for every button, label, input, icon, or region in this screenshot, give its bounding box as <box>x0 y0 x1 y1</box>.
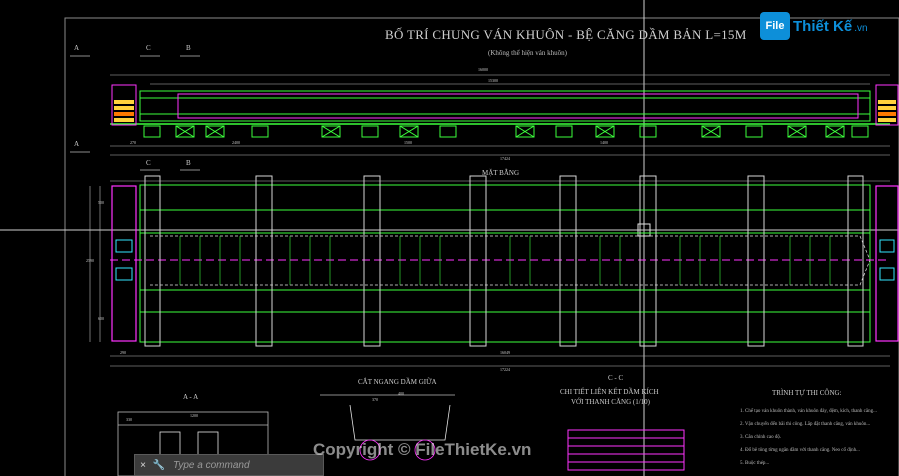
dim-1500: 1500 <box>404 140 412 145</box>
dim-top-inner: 15300 <box>488 78 498 83</box>
note-2: 2. Vận chuyển đến bãi thi công. Lắp đặt … <box>740 422 871 427</box>
note-5: 5. Buộc thép... <box>740 461 770 466</box>
watermark-logo: File Thiết Kế .vn <box>760 12 868 40</box>
construction-notes: 1. Chế tạo ván khuôn thành, ván khuôn đá… <box>740 405 877 470</box>
logo-name: Thiết Kế <box>793 17 853 35</box>
dim-290: 290 <box>120 350 126 355</box>
dim-270: 270 <box>130 140 136 145</box>
section-cut-label: CẮT NGANG DẦM GIỮA <box>358 378 437 386</box>
dim-2400: 2400 <box>232 140 240 145</box>
detail-label-1: CHI TIẾT LIÊN KẾT DẦM KÍCH <box>560 388 659 396</box>
dim-330: 330 <box>126 417 132 422</box>
close-icon[interactable]: × <box>135 460 151 471</box>
dim-2590: 2590 <box>86 258 94 263</box>
dim-500: 500 <box>98 200 104 205</box>
note-1: 1. Chế tạo ván khuôn thành, ván khuôn đá… <box>740 409 877 414</box>
dim-1400: 1400 <box>600 140 608 145</box>
section-mark-a-mid: A <box>74 140 80 148</box>
dim-plan-outer: 17224 <box>500 367 510 372</box>
section-aa-label: A - A <box>183 393 199 401</box>
dim-400: 400 <box>398 391 404 396</box>
wrench-icon[interactable]: 🔧 <box>151 460 167 471</box>
dim-1200: 1200 <box>190 413 198 418</box>
note-4: 4. Đổ bê tông từng ngăn dầm với thanh că… <box>740 448 860 453</box>
command-line-bar: × 🔧 Type a command <box>134 454 324 476</box>
drawing-subtitle: (Không thể hiện ván khuôn) <box>488 49 567 57</box>
dim-600: 600 <box>98 316 104 321</box>
copyright-watermark: Copyright © FileThietKe.vn <box>313 440 532 459</box>
logo-box: File <box>760 12 790 40</box>
drawing-title: BỐ TRÍ CHUNG VÁN KHUÔN - BỆ CĂNG DẦM BẢN… <box>385 27 747 42</box>
dim-plan-total: 16049 <box>500 350 510 355</box>
elevation-view <box>110 74 899 156</box>
plan-view <box>89 175 899 367</box>
section-mark-b-top: B <box>186 44 191 52</box>
logo-domain: .vn <box>854 23 868 34</box>
section-cc-detail <box>567 429 685 471</box>
detail-label-2: VỚI THANH CĂNG (1/10) <box>571 398 651 406</box>
section-cc-label: C - C <box>608 374 624 382</box>
section-markers <box>70 55 200 171</box>
construction-sequence-title: TRÌNH TỰ THI CÔNG: <box>772 389 842 397</box>
command-input[interactable]: Type a command <box>173 460 250 471</box>
note-3: 3. Căn chỉnh cao độ. <box>740 435 782 440</box>
section-mark-b-mid: B <box>186 159 191 167</box>
dim-top-total: 16000 <box>478 67 488 72</box>
section-mark-c-mid: C <box>146 159 151 167</box>
dim-370: 370 <box>372 397 378 402</box>
dim-row-total: 17424 <box>500 156 510 161</box>
section-mark-a-top: A <box>74 44 80 52</box>
plan-view-label: MẶT BẰNG <box>482 169 520 177</box>
section-mark-c-top: C <box>146 44 151 52</box>
